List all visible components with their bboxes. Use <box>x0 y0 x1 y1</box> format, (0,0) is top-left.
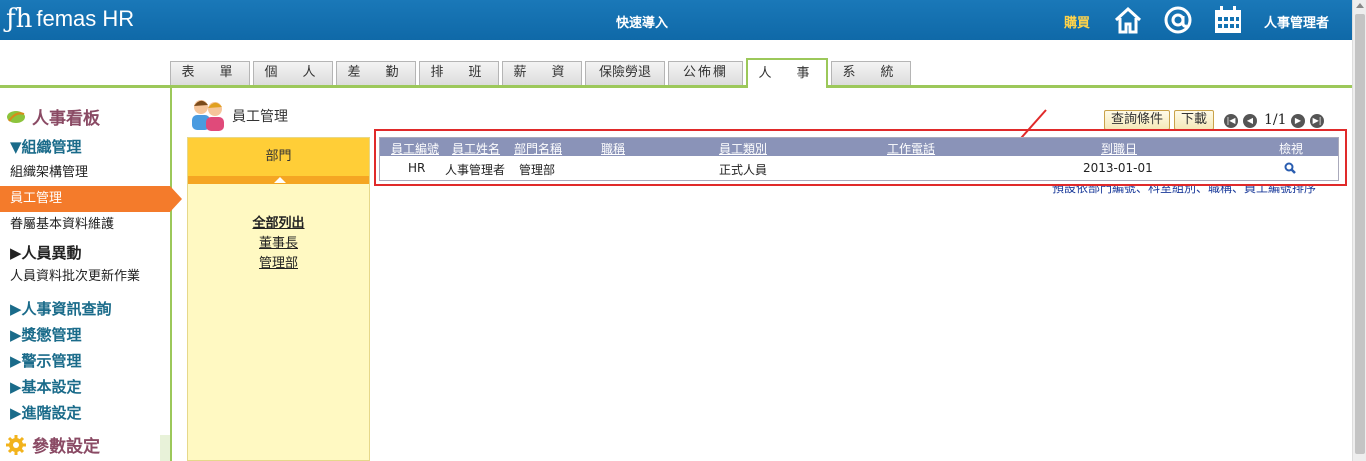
department-panel: 部門 全部列出 董事長 管理部 <box>187 137 370 461</box>
calendar-icon[interactable] <box>1212 4 1244 36</box>
sidebar-foot-mark <box>160 435 170 461</box>
tab-shift[interactable]: 排 班 <box>419 61 499 85</box>
col-title[interactable]: 職稱 <box>601 140 625 157</box>
sidebar-group-advanced[interactable]: ▶進階設定 <box>10 402 82 423</box>
cell-department: 管理部 <box>519 163 556 177</box>
col-work-phone[interactable]: 工作電話 <box>887 140 935 157</box>
magnify-icon[interactable] <box>1284 162 1296 174</box>
col-employee-type[interactable]: 員工類別 <box>719 140 767 157</box>
employee-table: 員工編號 員工姓名 部門名稱 職稱 員工類別 工作電話 到職日 檢視 HR 人事… <box>379 137 1339 181</box>
sidebar-item-family[interactable]: 眷屬基本資料維護 <box>0 212 170 238</box>
sidebar-group-org[interactable]: ▼組織管理 <box>10 136 82 157</box>
dept-link-admin[interactable]: 管理部 <box>188 254 369 274</box>
cell-employee-type: 正式人員 <box>719 163 768 177</box>
home-icon[interactable] <box>1112 4 1144 36</box>
dept-link-chairman[interactable]: 董事長 <box>188 234 369 254</box>
sidebar-group-query[interactable]: ▶人事資訊查詢 <box>10 298 112 319</box>
employees-icon <box>192 100 224 131</box>
tab-personal[interactable]: 個 人 <box>253 61 333 85</box>
gear-icon <box>6 434 26 455</box>
hr-board-heading[interactable]: 人事看板 <box>6 104 100 129</box>
sidebar-group-alert[interactable]: ▶警示管理 <box>10 350 82 371</box>
top-header: ƒh femas HR 快速導入 購買 人事管理者 <box>0 0 1352 40</box>
table-header: 員工編號 員工姓名 部門名稱 職稱 員工類別 工作電話 到職日 檢視 <box>380 138 1338 156</box>
quick-nav-link[interactable]: 快速導入 <box>616 12 668 31</box>
col-employee-id[interactable]: 員工編號 <box>391 140 439 157</box>
sidebar-item-batch[interactable]: 人員資料批次更新作業 <box>0 264 170 290</box>
col-view: 檢視 <box>1279 142 1304 156</box>
next-page-icon[interactable]: ▶ <box>1291 114 1305 128</box>
page-indicator: 1/1 <box>1264 112 1287 128</box>
cell-employee-name: 人事管理者 <box>445 163 506 177</box>
buy-link[interactable]: 購買 <box>1064 12 1090 31</box>
cell-hire-date: 2013-01-01 <box>1083 161 1153 175</box>
sidebar-group-reward[interactable]: ▶獎懲管理 <box>10 324 82 345</box>
active-tab-gap <box>748 85 826 88</box>
tab-insurance[interactable]: 保險勞退 <box>585 61 665 85</box>
tab-system[interactable]: 系 統 <box>831 61 911 85</box>
param-settings-heading[interactable]: 參數設定 <box>6 432 100 457</box>
prev-page-icon[interactable]: ◀ <box>1243 114 1257 128</box>
tab-bulletin[interactable]: 公佈欄 <box>668 61 743 85</box>
cell-employee-id: HR <box>408 161 426 175</box>
sidebar-item-org-structure[interactable]: 組織架構管理 <box>0 160 170 186</box>
sidebar-item-employee[interactable]: 員工管理 <box>0 186 182 212</box>
query-conditions-button[interactable]: 查詢條件 <box>1104 110 1171 130</box>
email-icon[interactable] <box>1162 4 1194 36</box>
leaf-icon <box>7 110 25 123</box>
collapse-panel-icon[interactable] <box>188 176 369 184</box>
tab-underline <box>0 85 1352 88</box>
download-button[interactable]: 下載 <box>1174 110 1215 130</box>
col-department[interactable]: 部門名稱 <box>514 140 562 157</box>
sidebar-group-basic[interactable]: ▶基本設定 <box>10 376 82 397</box>
table-row[interactable]: HR 人事管理者 管理部 正式人員 2013-01-01 <box>380 156 1338 180</box>
page-title: 員工管理 <box>232 109 288 125</box>
department-header: 部門 <box>188 138 369 176</box>
tab-hr[interactable]: 人 事 <box>746 58 828 88</box>
scroll-up-icon[interactable] <box>1356 3 1364 8</box>
logo-mark-icon: ƒh <box>6 4 33 34</box>
sidebar-group-change[interactable]: ▶人員異動 <box>10 242 82 263</box>
tab-forms[interactable]: 表 單 <box>170 61 250 85</box>
sort-note: 預設依部門編號、科室組別、職稱、員工編號排序 <box>1052 186 1317 195</box>
sidebar: 人事看板 ▼組織管理 組織架構管理 員工管理 眷屬基本資料維護 ▶人員異動 人員… <box>0 88 182 461</box>
tab-payroll[interactable]: 薪 資 <box>502 61 582 85</box>
col-hire-date[interactable]: 到職日 <box>1101 140 1137 157</box>
dept-link-all[interactable]: 全部列出 <box>188 214 369 234</box>
col-employee-name[interactable]: 員工姓名 <box>452 140 500 157</box>
last-page-icon[interactable]: ▶| <box>1310 114 1324 128</box>
user-name[interactable]: 人事管理者 <box>1264 12 1329 31</box>
tab-attendance[interactable]: 差 勤 <box>336 61 416 85</box>
logo-text: femas HR <box>36 6 135 31</box>
vertical-scrollbar[interactable] <box>1352 0 1366 461</box>
first-page-icon[interactable]: |◀ <box>1224 114 1238 128</box>
scrollbar-thumb[interactable] <box>1355 14 1365 454</box>
femas-logo[interactable]: ƒh femas HR <box>6 4 134 34</box>
